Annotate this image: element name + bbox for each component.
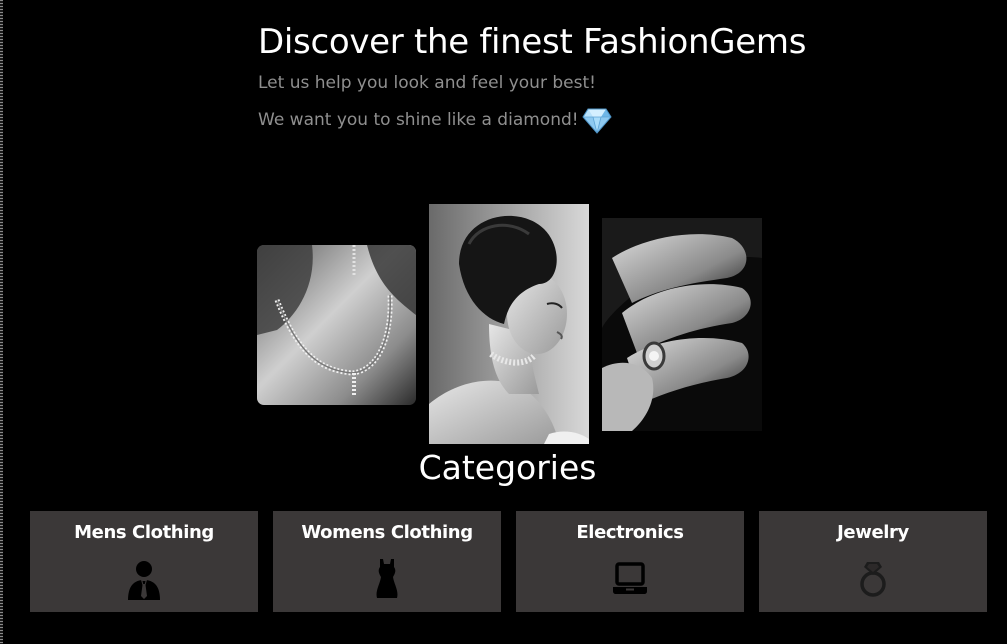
category-label: Mens Clothing [74, 522, 214, 543]
categories-title: Categories [418, 448, 597, 487]
hero-title: Discover the finest FashionGems [258, 22, 807, 62]
category-card-electronics[interactable]: Electronics [516, 511, 744, 612]
gem-icon [581, 105, 612, 135]
hero-tagline-2: We want you to shine like a diamond! [258, 105, 858, 135]
portrait-photo[interactable] [429, 204, 589, 444]
laptop-icon [612, 558, 648, 600]
category-label: Jewelry [837, 522, 909, 543]
category-card-jewelry[interactable]: Jewelry [759, 511, 987, 612]
page: Discover the finest FashionGems Let us h… [0, 0, 1007, 644]
dress-icon [369, 558, 405, 600]
hero-section: Discover the finest FashionGems Let us h… [258, 20, 858, 135]
category-label: Womens Clothing [301, 522, 473, 543]
hero-tagline-2-text: We want you to shine like a diamond! [258, 110, 579, 130]
ring-photo[interactable] [602, 218, 762, 431]
category-card-womens-clothing[interactable]: Womens Clothing [273, 511, 501, 612]
ring-icon [855, 558, 891, 600]
category-label: Electronics [576, 522, 684, 543]
necklace-photo[interactable] [257, 245, 416, 405]
window-edge [0, 0, 3, 644]
category-card-mens-clothing[interactable]: Mens Clothing [30, 511, 258, 612]
hero-tagline-1: Let us help you look and feel your best! [258, 73, 596, 93]
man-in-suit-icon [126, 558, 162, 600]
